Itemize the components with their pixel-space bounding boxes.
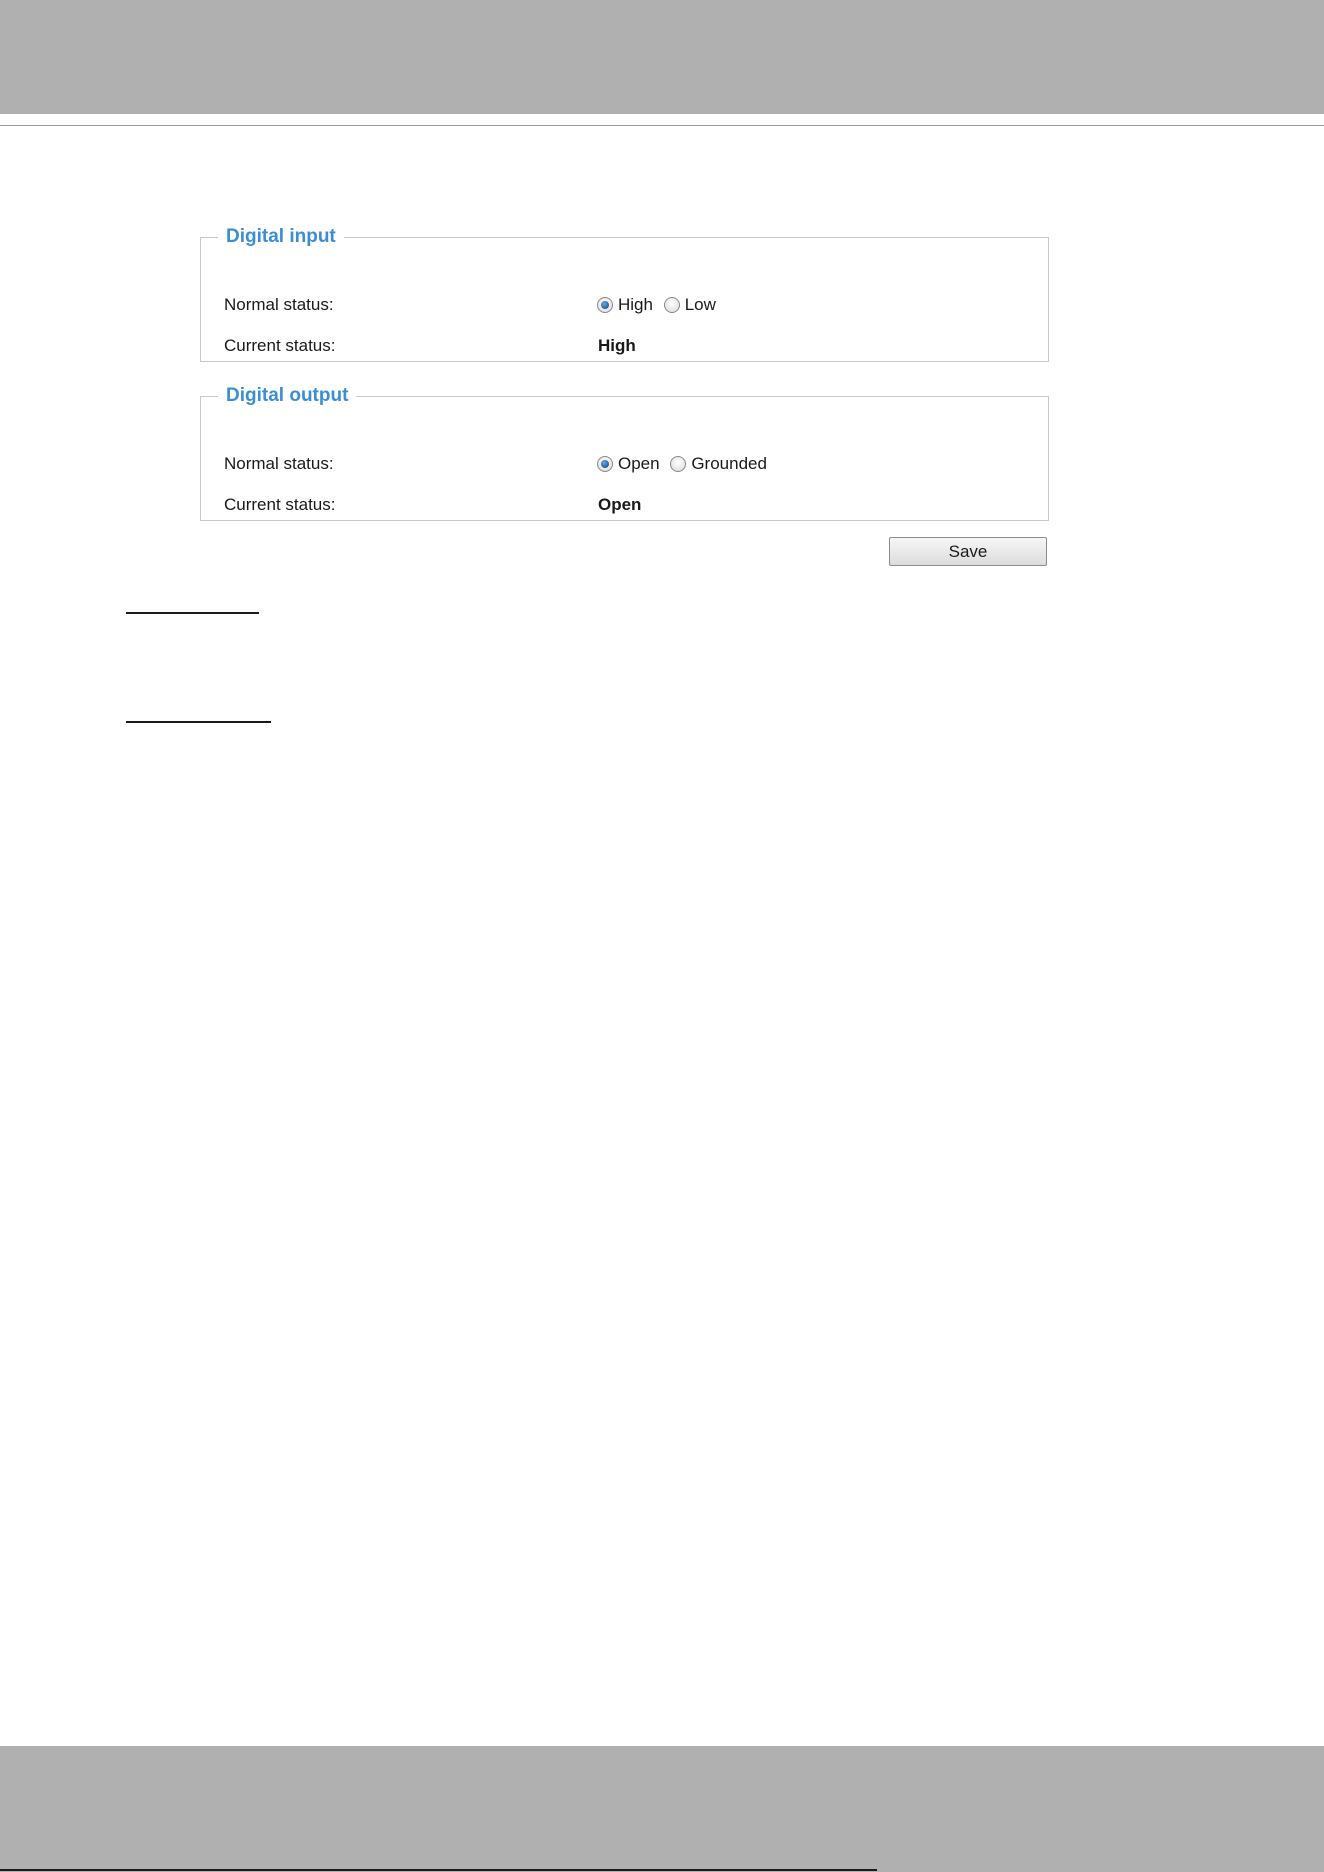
underline-rule <box>126 721 271 723</box>
radio-low-label: Low <box>684 295 716 314</box>
digital-input-group: Digital input Normal status: High Low Cu… <box>200 226 1049 362</box>
current-status-label: Current status: <box>224 336 336 355</box>
page-footer-band <box>0 1746 1324 1872</box>
radio-button-selected-icon[interactable] <box>597 297 613 313</box>
radio-high[interactable]: High <box>597 293 653 317</box>
radio-high-label: High <box>618 295 653 314</box>
normal-status-radio-group: Open Grounded <box>597 452 773 479</box>
radio-open-label: Open <box>618 454 660 473</box>
footer-divider <box>0 1869 877 1871</box>
digital-output-legend: Digital output <box>226 385 349 406</box>
radio-grounded-label: Grounded <box>691 454 767 473</box>
underline-rule <box>126 612 259 614</box>
normal-status-label: Normal status: <box>224 295 334 314</box>
save-button[interactable]: Save <box>889 537 1047 566</box>
digital-output-current-status-row: Current status: Open <box>224 493 1024 517</box>
page-header-band <box>0 0 1324 114</box>
current-status-label: Current status: <box>224 495 336 514</box>
digital-input-current-status-row: Current status: High <box>224 334 1024 358</box>
radio-button-selected-icon[interactable] <box>597 456 613 472</box>
radio-open[interactable]: Open <box>597 452 660 476</box>
radio-button-icon[interactable] <box>663 297 680 313</box>
digital-input-legend: Digital input <box>226 226 336 247</box>
digital-input-normal-status-row: Normal status: High Low <box>224 293 1024 317</box>
normal-status-label: Normal status: <box>224 454 334 473</box>
digital-output-group: Digital output Normal status: Open Groun… <box>200 385 1049 521</box>
normal-status-radio-group: High Low <box>597 293 722 320</box>
current-status-value: Open <box>598 495 642 514</box>
radio-low[interactable]: Low <box>663 293 716 317</box>
digital-output-normal-status-row: Normal status: Open Grounded <box>224 452 1024 476</box>
header-divider <box>0 125 1324 126</box>
current-status-value: High <box>598 336 636 355</box>
radio-grounded[interactable]: Grounded <box>670 452 767 476</box>
radio-button-icon[interactable] <box>670 456 687 472</box>
